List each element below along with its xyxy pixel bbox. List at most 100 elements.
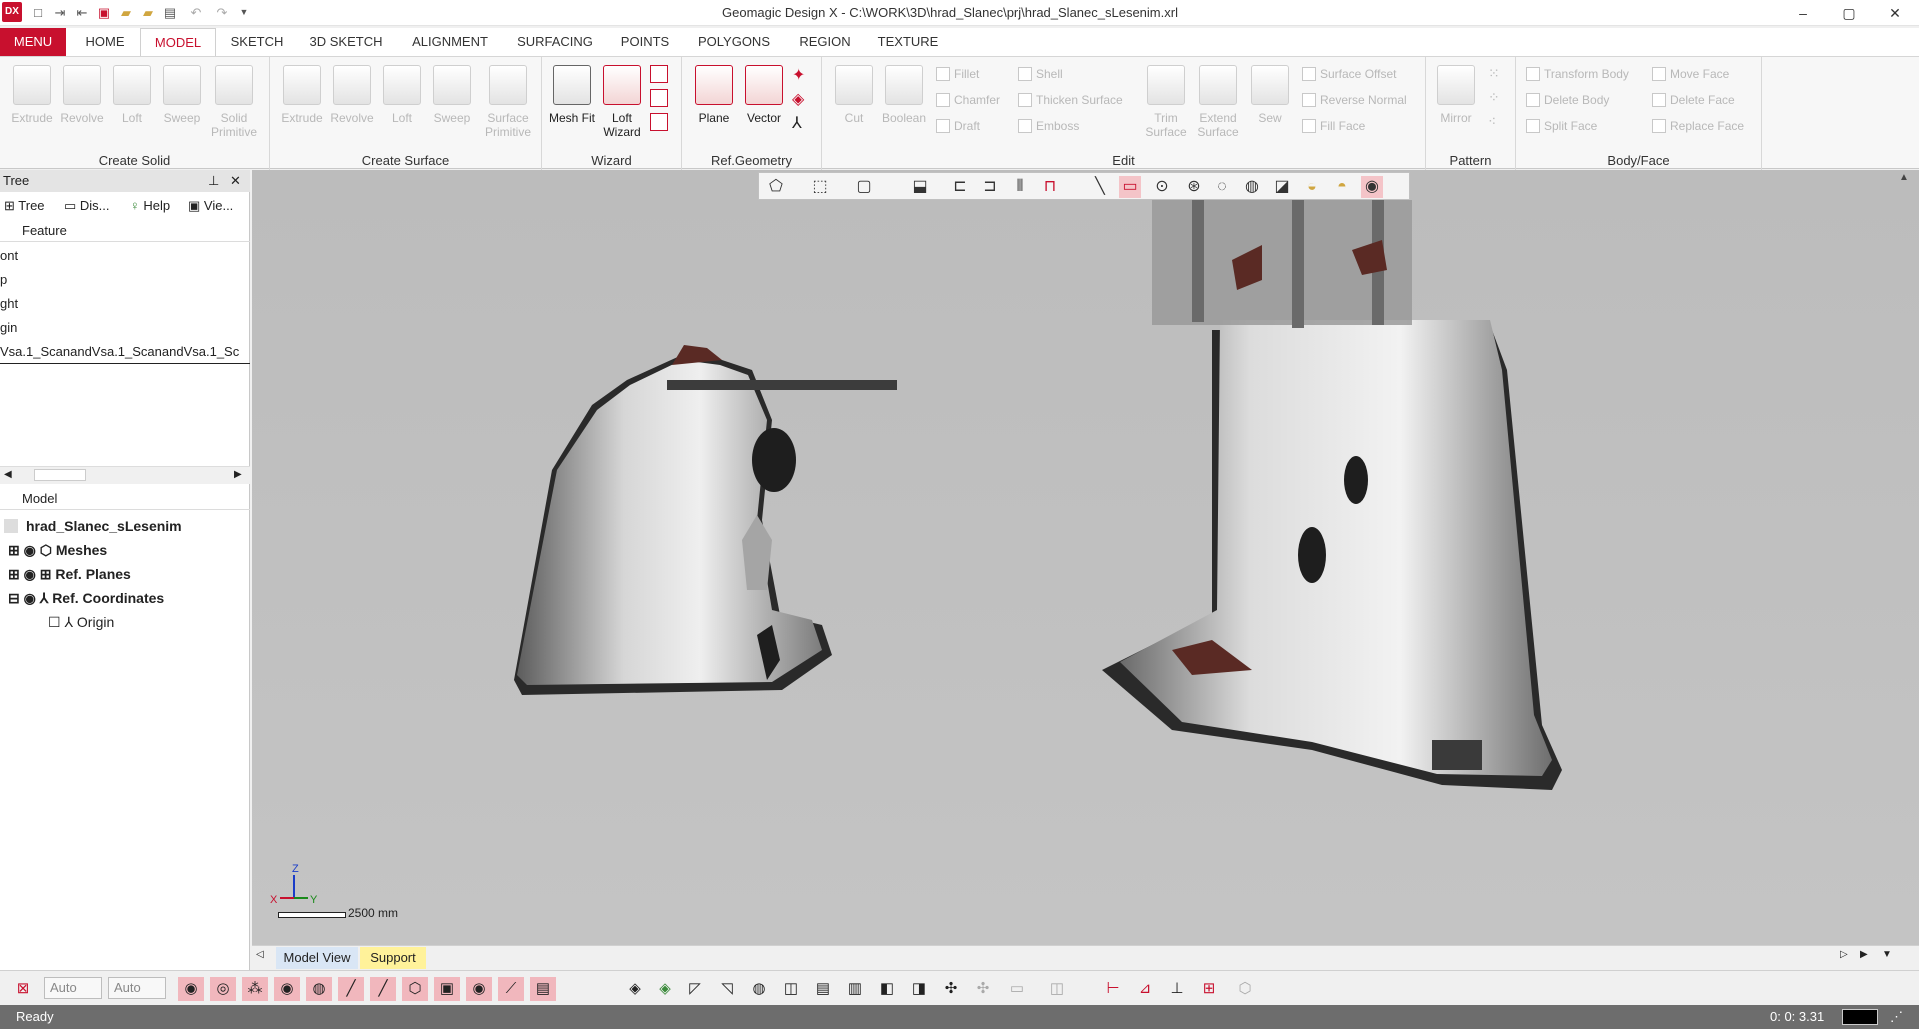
side-view-icon[interactable]: ⫴: [1009, 176, 1031, 198]
open-folder-icon[interactable]: ▰: [118, 4, 134, 21]
select-mode-icon[interactable]: ⬠: [765, 176, 787, 198]
measure-4-icon[interactable]: ⊞: [1196, 977, 1222, 1001]
extend-surface-button[interactable]: Extend Surface: [1192, 63, 1244, 149]
delete-face-button[interactable]: Delete Face: [1652, 89, 1735, 111]
tab-points[interactable]: POINTS: [610, 28, 680, 56]
save-red-icon[interactable]: ▣: [96, 4, 112, 21]
visible-only-icon[interactable]: ◉: [1361, 176, 1383, 198]
split-face-button[interactable]: Split Face: [1526, 115, 1597, 137]
tree-item-origin[interactable]: ☐ ⅄ Origin: [48, 610, 114, 634]
move-face-button[interactable]: Move Face: [1652, 63, 1729, 85]
section-view-icon[interactable]: ⊓: [1039, 176, 1061, 198]
coordinate-icon[interactable]: ⅄: [792, 113, 802, 133]
expand-icon[interactable]: ⊞: [8, 566, 24, 582]
feature-row-scan[interactable]: Vsa.1_ScanandVsa.1_ScanandVsa.1_Sc: [0, 340, 250, 364]
expand-icon[interactable]: ⊞: [8, 542, 24, 558]
horizontal-scrollbar[interactable]: ◀ ▶: [0, 466, 250, 484]
eye-icon[interactable]: ◉: [24, 590, 40, 606]
view-14-icon[interactable]: ◫: [1044, 977, 1070, 1001]
menu-button[interactable]: MENU: [0, 28, 66, 56]
point-icon[interactable]: ✦: [792, 65, 805, 85]
feature-row-right[interactable]: ght: [0, 292, 250, 316]
solid-primitive-button[interactable]: Solid Primitive: [210, 63, 258, 149]
measure-2-icon[interactable]: ⊿: [1132, 977, 1158, 1001]
pin-icon[interactable]: ⊥: [208, 170, 219, 192]
mirror-button[interactable]: Mirror: [1432, 63, 1480, 149]
panel-tab-help[interactable]: ♀ Help: [130, 194, 170, 218]
polygon-plane-icon[interactable]: ◈: [792, 89, 804, 109]
pattern-linear-icon[interactable]: ⁙: [1488, 65, 1500, 82]
rect-select-icon[interactable]: ▭: [1119, 176, 1141, 198]
view-7-icon[interactable]: ▤: [810, 977, 836, 1001]
model-root[interactable]: hrad_Slanec_sLesenim: [4, 514, 182, 538]
tab-alignment[interactable]: ALIGNMENT: [400, 28, 500, 56]
save-icon[interactable]: ▤: [162, 4, 178, 21]
selection-combo-1[interactable]: Auto: [44, 977, 102, 999]
view-8-icon[interactable]: ▥: [842, 977, 868, 1001]
minimize-button[interactable]: –: [1780, 0, 1826, 26]
solid-sweep-button[interactable]: Sweep: [158, 63, 206, 149]
collapse-icon[interactable]: ⊟: [8, 590, 24, 606]
tabs-end-icon[interactable]: ▶: [1860, 949, 1868, 960]
eye-icon[interactable]: ◉: [24, 542, 40, 558]
new-file-icon[interactable]: □: [30, 4, 46, 21]
surface-primitive-button[interactable]: Surface Primitive: [480, 63, 536, 149]
surface-offset-button[interactable]: Surface Offset: [1302, 63, 1396, 85]
close-button[interactable]: ✕: [1872, 0, 1918, 26]
front-view-icon[interactable]: ⊏: [949, 176, 971, 198]
surface-loft-button[interactable]: Loft: [378, 63, 426, 149]
app-icon[interactable]: DX: [2, 2, 22, 22]
boolean-button[interactable]: Boolean: [880, 63, 928, 149]
panel-tab-view[interactable]: ▣ Vie...: [188, 194, 233, 218]
chamfer-button[interactable]: Chamfer: [936, 89, 1000, 111]
view-5-icon[interactable]: ◍: [746, 977, 772, 1001]
tabs-menu-icon[interactable]: ▼: [1882, 949, 1892, 960]
resize-grip-icon[interactable]: ⋰: [1890, 1005, 1903, 1029]
trim-surface-button[interactable]: Trim Surface: [1142, 63, 1190, 149]
pattern-circular-icon[interactable]: ⁘: [1488, 89, 1500, 106]
lasso-select-icon[interactable]: ◍: [1241, 176, 1263, 198]
view-6-icon[interactable]: ◫: [778, 977, 804, 1001]
tab-region[interactable]: REGION: [788, 28, 862, 56]
fill-face-button[interactable]: Fill Face: [1302, 115, 1365, 137]
freeform-select-icon[interactable]: ◌: [1211, 176, 1233, 198]
filter-3-icon[interactable]: ⁂: [242, 977, 268, 1001]
tab-support[interactable]: Support: [360, 947, 426, 969]
back-view-icon[interactable]: ⊐: [979, 176, 1001, 198]
wizard-small-3-icon[interactable]: [650, 113, 668, 131]
tabs-left-icon[interactable]: ◁: [256, 949, 264, 960]
draft-button[interactable]: Draft: [936, 115, 980, 137]
view-4-icon[interactable]: ◹: [714, 977, 740, 1001]
filter-4-icon[interactable]: ◉: [274, 977, 300, 1001]
save-folder-icon[interactable]: ▰: [140, 4, 156, 21]
filter-5-icon[interactable]: ◍: [306, 977, 332, 1001]
circle-select-2-icon[interactable]: ⊛: [1183, 176, 1205, 198]
filter-9-icon[interactable]: ▣: [434, 977, 460, 1001]
wizard-small-1-icon[interactable]: [650, 65, 668, 83]
tree-item-ref-coordinates[interactable]: ⊟ ◉ ⅄ Ref. Coordinates: [8, 586, 164, 610]
view-11-icon[interactable]: ✣: [938, 977, 964, 1001]
scroll-right-icon[interactable]: ▶: [234, 469, 242, 480]
thicken-surface-button[interactable]: Thicken Surface: [1018, 89, 1123, 111]
selection-combo-2[interactable]: Auto: [108, 977, 166, 999]
plane-button[interactable]: Plane: [690, 63, 738, 149]
tab-home[interactable]: HOME: [72, 28, 138, 56]
sew-button[interactable]: Sew: [1246, 63, 1294, 149]
filter-11-icon[interactable]: ⟋: [498, 977, 524, 1001]
filter-10-icon[interactable]: ◉: [466, 977, 492, 1001]
filter-1-icon[interactable]: ◉: [178, 977, 204, 1001]
line-select-icon[interactable]: ╲: [1089, 176, 1111, 198]
fillet-button[interactable]: Fillet: [936, 63, 979, 85]
mesh-fit-button[interactable]: Mesh Fit: [548, 63, 596, 149]
emboss-button[interactable]: Emboss: [1018, 115, 1079, 137]
export-icon[interactable]: ⇤: [74, 4, 90, 21]
view-2-icon[interactable]: ◈: [652, 977, 678, 1001]
replace-face-button[interactable]: Replace Face: [1652, 115, 1744, 137]
quick-access-dropdown-icon[interactable]: ▼: [236, 4, 252, 21]
view-10-icon[interactable]: ◨: [906, 977, 932, 1001]
eye-icon[interactable]: ◉: [24, 566, 40, 582]
redo-icon[interactable]: ↷: [214, 4, 230, 21]
vector-button[interactable]: Vector: [740, 63, 788, 149]
tabs-right-icon[interactable]: ▷: [1840, 949, 1848, 960]
tab-texture[interactable]: TEXTURE: [868, 28, 948, 56]
